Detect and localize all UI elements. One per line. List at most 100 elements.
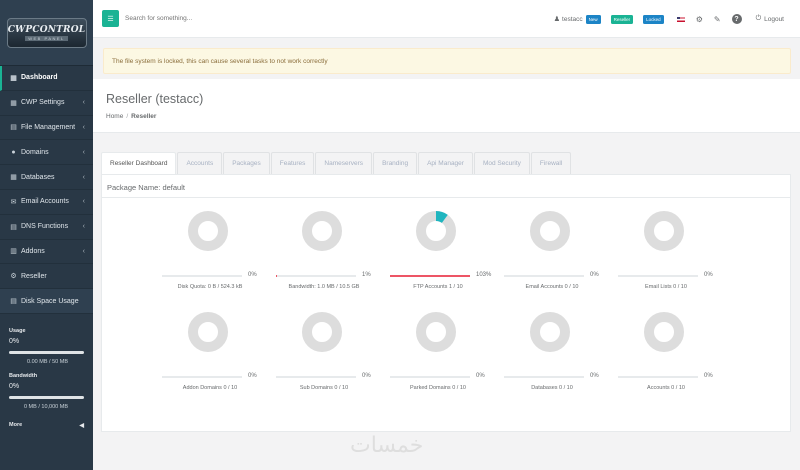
menu-icon: ⚙ <box>10 273 17 281</box>
username[interactable]: testacc <box>562 16 583 23</box>
logo-subtext: WEB PANEL <box>25 35 68 41</box>
donut-chart <box>644 312 684 352</box>
sidebar-menu: ▦ Dashboard ▦ CWP Settings ‹ ▤ File Management… <box>0 66 93 314</box>
donut-chart <box>530 312 570 352</box>
sidebar-item[interactable]: ▥ Addons ‹ <box>0 240 93 265</box>
gauge-percent: 0% <box>590 373 599 379</box>
usage-progress-bar <box>504 275 584 277</box>
gauge-percent: 1% <box>362 272 371 278</box>
sidebar-item[interactable]: ● Domains ‹ <box>0 140 93 166</box>
usage-gauge: 0% Sub Domains 0 / 10 <box>276 308 386 408</box>
sidebar-item-label: Databases <box>21 173 55 181</box>
user-icon: ♟ <box>553 16 561 23</box>
gauge-percent: 0% <box>248 272 257 278</box>
usage-gauge: 0% Email Accounts 0 / 10 <box>504 207 614 307</box>
new-badge[interactable]: New <box>585 14 601 24</box>
usage-progress-bar <box>504 376 584 378</box>
tab[interactable]: Features <box>270 152 315 174</box>
gauge-percent: 0% <box>248 373 257 379</box>
cwp-logo[interactable]: CWPCONTROL WEB PANEL <box>6 17 87 48</box>
donut-chart <box>302 312 342 352</box>
gauge-label: Databases 0 / 10 <box>531 385 573 391</box>
menu-toggle-button[interactable]: ☰ <box>102 10 119 27</box>
donut-track <box>530 211 570 251</box>
usage-progress-bar <box>162 275 242 277</box>
sidebar-item[interactable]: ▤ Disk Space Usage <box>0 289 93 314</box>
progress-fill <box>276 275 277 277</box>
tab[interactable]: Reseller Dashboard <box>101 152 177 174</box>
usage-gauge: 0% Email Lists 0 / 10 <box>618 207 728 307</box>
breadcrumb-separator: / <box>126 113 129 120</box>
tab[interactable]: Nameservers <box>315 152 373 174</box>
sidebar-item[interactable]: ▤ File Management ‹ <box>0 116 93 141</box>
us-flag-icon[interactable] <box>676 16 685 22</box>
usage-gauge: 0% Databases 0 / 10 <box>504 308 614 408</box>
sidebar-item[interactable]: ⚙ Reseller <box>0 264 93 290</box>
logo-area: CWPCONTROL WEB PANEL <box>0 0 93 66</box>
donut-track <box>188 211 228 251</box>
breadcrumb: Home / Reseller <box>106 113 156 120</box>
donut-chart <box>416 211 456 251</box>
usage-progress-bar <box>162 376 242 378</box>
sidebar-item-label: Reseller <box>21 272 47 280</box>
chevron-left-icon: ‹ <box>82 247 85 255</box>
logout-button[interactable]: ⏻ Logout <box>756 15 784 23</box>
gauge-percent: 0% <box>476 373 485 379</box>
usage-progress-bar <box>618 275 698 277</box>
breadcrumb-home[interactable]: Home <box>106 113 123 120</box>
bandwidth-percent: 0% <box>9 382 20 390</box>
gauge-percent: 0% <box>362 373 371 379</box>
search-input[interactable] <box>125 15 305 22</box>
usage-progress-bar <box>390 275 470 277</box>
sidebar-item-label: Email Accounts <box>21 198 69 206</box>
donut-chart <box>644 211 684 251</box>
usage-gauge: 103% FTP Accounts 1 / 10 <box>390 207 500 307</box>
tab[interactable]: Packages <box>223 152 270 174</box>
gauge-label: Addon Domains 0 / 10 <box>182 385 238 391</box>
reseller-badge[interactable]: Reseller <box>610 14 634 24</box>
locked-badge[interactable]: Locked <box>643 14 664 24</box>
tab[interactable]: Mod Security <box>473 152 530 174</box>
usage-gauge: 0% Addon Domains 0 / 10 <box>162 308 272 408</box>
donut-track <box>644 211 684 251</box>
help-icon[interactable]: ? <box>731 14 742 24</box>
top-navbar: ☰ ♟ testacc New Reseller Locked ⚙ ✎ ? ⏻ … <box>93 0 800 38</box>
tab[interactable]: Branding <box>373 152 418 174</box>
sidebar-item[interactable]: ▦ Databases ‹ <box>0 165 93 190</box>
gauge-label: Parked Domains 0 / 10 <box>410 385 466 391</box>
bandwidth-title: Bandwidth <box>9 372 38 379</box>
chevron-left-icon: ‹ <box>82 198 85 206</box>
gauge-label: Accounts 0 / 10 <box>647 385 685 391</box>
donut-chart <box>188 211 228 251</box>
gauge-label: Email Lists 0 / 10 <box>645 284 687 290</box>
menu-icon: ▦ <box>10 74 17 82</box>
sidebar-item[interactable]: ▦ Dashboard <box>0 66 93 91</box>
gears-icon[interactable]: ⚙ <box>696 15 703 24</box>
menu-icon: ▤ <box>10 298 17 306</box>
logout-label: Logout <box>764 15 784 23</box>
donut-track <box>302 211 342 251</box>
sidebar-item-label: CWP Settings <box>21 99 65 107</box>
menu-icon: ▤ <box>10 223 17 231</box>
tab[interactable]: Accounts <box>177 152 223 174</box>
menu-icon: ● <box>11 148 16 156</box>
sidebar-item[interactable]: ▤ DNS Functions ‹ <box>0 215 93 240</box>
sidebar-item[interactable]: ✉ Email Accounts ‹ <box>0 190 93 215</box>
caret-left-icon: ◀ <box>79 422 84 429</box>
tab[interactable]: Api Manager <box>418 152 473 174</box>
divider <box>102 197 790 198</box>
page-title: Reseller (testacc) <box>106 92 204 106</box>
main-content: The file system is locked, this can caus… <box>93 38 800 470</box>
usage-gauge: 1% Bandwidth: 1.0 MB / 10.5 GB <box>276 207 386 307</box>
tab[interactable]: Firewall <box>530 152 572 174</box>
more-toggle[interactable]: More ◀ <box>9 422 84 429</box>
chevron-left-icon: ‹ <box>82 173 85 181</box>
gauge-label: Sub Domains 0 / 10 <box>299 385 349 391</box>
brush-icon[interactable]: ✎ <box>714 15 721 24</box>
sidebar-item[interactable]: ▦ CWP Settings ‹ <box>0 91 93 116</box>
menu-icon: ▤ <box>10 124 17 132</box>
gauge-percent: 0% <box>590 272 599 278</box>
donut-track <box>530 312 570 352</box>
sidebar-item-label: Disk Space Usage <box>21 297 79 305</box>
donut-chart <box>416 312 456 352</box>
